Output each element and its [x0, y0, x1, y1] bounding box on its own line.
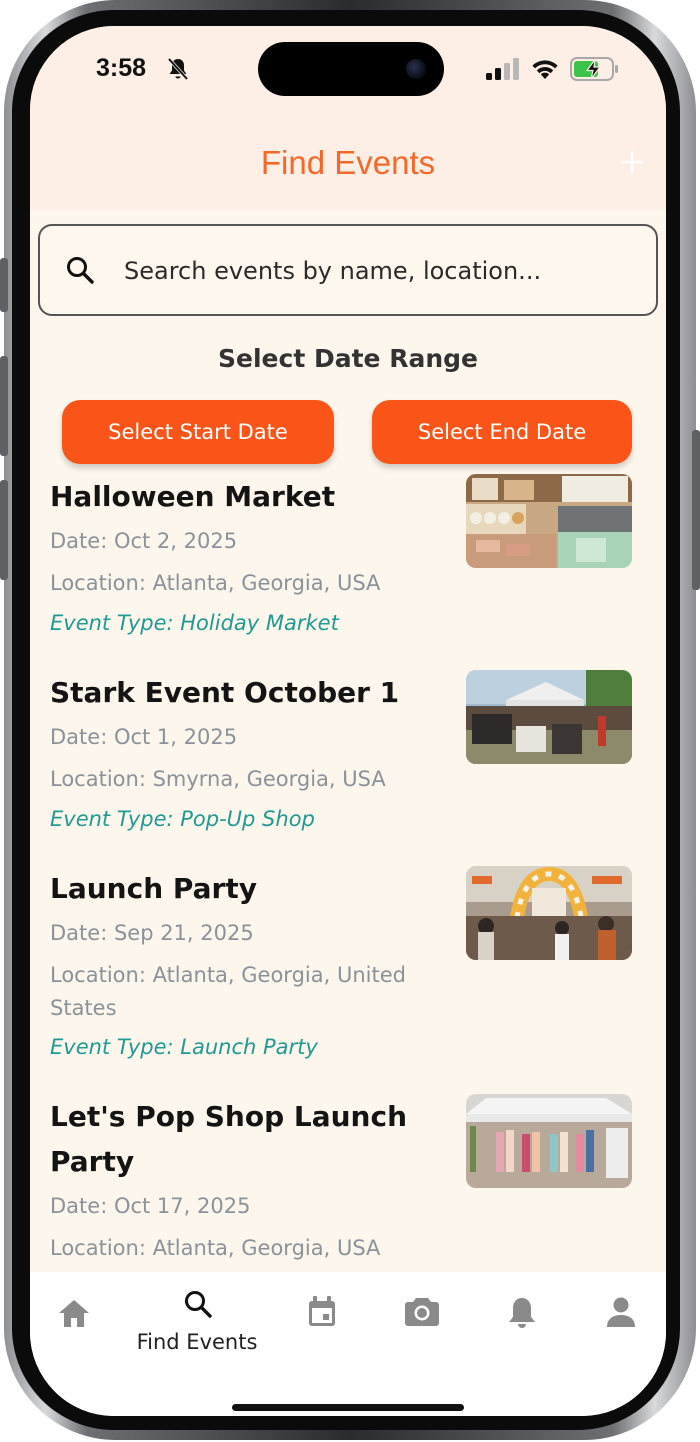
- top-bar: 3:58 Find Events: [30, 26, 666, 210]
- event-title: Stark Event October 1: [50, 676, 400, 709]
- camera-lens: [406, 59, 426, 79]
- volume-down-button: [0, 480, 8, 580]
- volume-up-button: [0, 356, 8, 456]
- date-range-heading: Select Date Range: [218, 344, 478, 373]
- event-type: Event Type: Holiday Market: [50, 611, 339, 635]
- bottom-nav: Find Events: [30, 1272, 666, 1416]
- event-date: Date: Sep 21, 2025: [50, 921, 254, 945]
- event-image[interactable]: [466, 1094, 632, 1188]
- battery-charging-icon: [570, 57, 618, 81]
- nav-label-find-events: Find Events: [136, 1330, 258, 1354]
- search-input[interactable]: [124, 246, 634, 296]
- home-indicator[interactable]: [232, 1404, 464, 1411]
- search-bar[interactable]: [38, 224, 658, 316]
- event-date: Date: Oct 17, 2025: [50, 1194, 251, 1218]
- bell-icon[interactable]: [507, 1296, 537, 1330]
- event-location: Location: Atlanta, Georgia, USA: [50, 1236, 381, 1260]
- event-type: Event Type: Pop-Up Shop: [50, 807, 315, 831]
- dynamic-island: [258, 42, 444, 96]
- event-location: Location: Atlanta, Georgia, United State…: [50, 963, 406, 1020]
- event-card[interactable]: Halloween Market Date: Oct 2, 2025 Locat…: [30, 474, 666, 654]
- event-image[interactable]: [466, 670, 632, 764]
- event-image[interactable]: [466, 866, 632, 960]
- power-button: [692, 430, 700, 590]
- nav-find-events[interactable]: Find Events: [112, 1272, 282, 1362]
- event-title: Halloween Market: [50, 480, 336, 513]
- page-title: Find Events: [260, 144, 436, 181]
- add-icon[interactable]: [618, 148, 646, 176]
- event-title: Let's Pop Shop Launch Party: [50, 1100, 408, 1178]
- status-time: 3:58: [96, 54, 147, 82]
- calendar-icon[interactable]: [307, 1296, 337, 1328]
- camera-icon[interactable]: [405, 1296, 439, 1326]
- event-title: Launch Party: [50, 872, 257, 905]
- action-button: [0, 258, 8, 312]
- event-card[interactable]: Launch Party Date: Sep 21, 2025 Location…: [30, 866, 666, 1076]
- wifi-icon: [532, 60, 558, 79]
- signal-icon: [486, 58, 519, 80]
- search-icon: [185, 1291, 212, 1318]
- event-date: Date: Oct 2, 2025: [50, 529, 238, 553]
- select-end-date-button[interactable]: Select End Date: [372, 400, 632, 464]
- event-card[interactable]: Let's Pop Shop Launch Party Date: Oct 17…: [30, 1094, 666, 1294]
- event-date: Date: Oct 1, 2025: [50, 725, 238, 749]
- person-icon[interactable]: [606, 1296, 636, 1328]
- app-screen: 3:58 Find Events Search events by name, …: [30, 26, 666, 1416]
- bell-muted-icon: [167, 57, 189, 81]
- event-location: Location: Smyrna, Georgia, USA: [50, 767, 386, 791]
- event-type: Event Type: Launch Party: [50, 1035, 318, 1059]
- event-location: Location: Atlanta, Georgia, USA: [50, 571, 381, 595]
- home-icon[interactable]: [58, 1298, 90, 1328]
- event-image[interactable]: [466, 474, 632, 568]
- event-card[interactable]: Stark Event October 1 Date: Oct 1, 2025 …: [30, 670, 666, 850]
- search-icon: [67, 257, 94, 284]
- select-start-date-button[interactable]: Select Start Date: [62, 400, 334, 464]
